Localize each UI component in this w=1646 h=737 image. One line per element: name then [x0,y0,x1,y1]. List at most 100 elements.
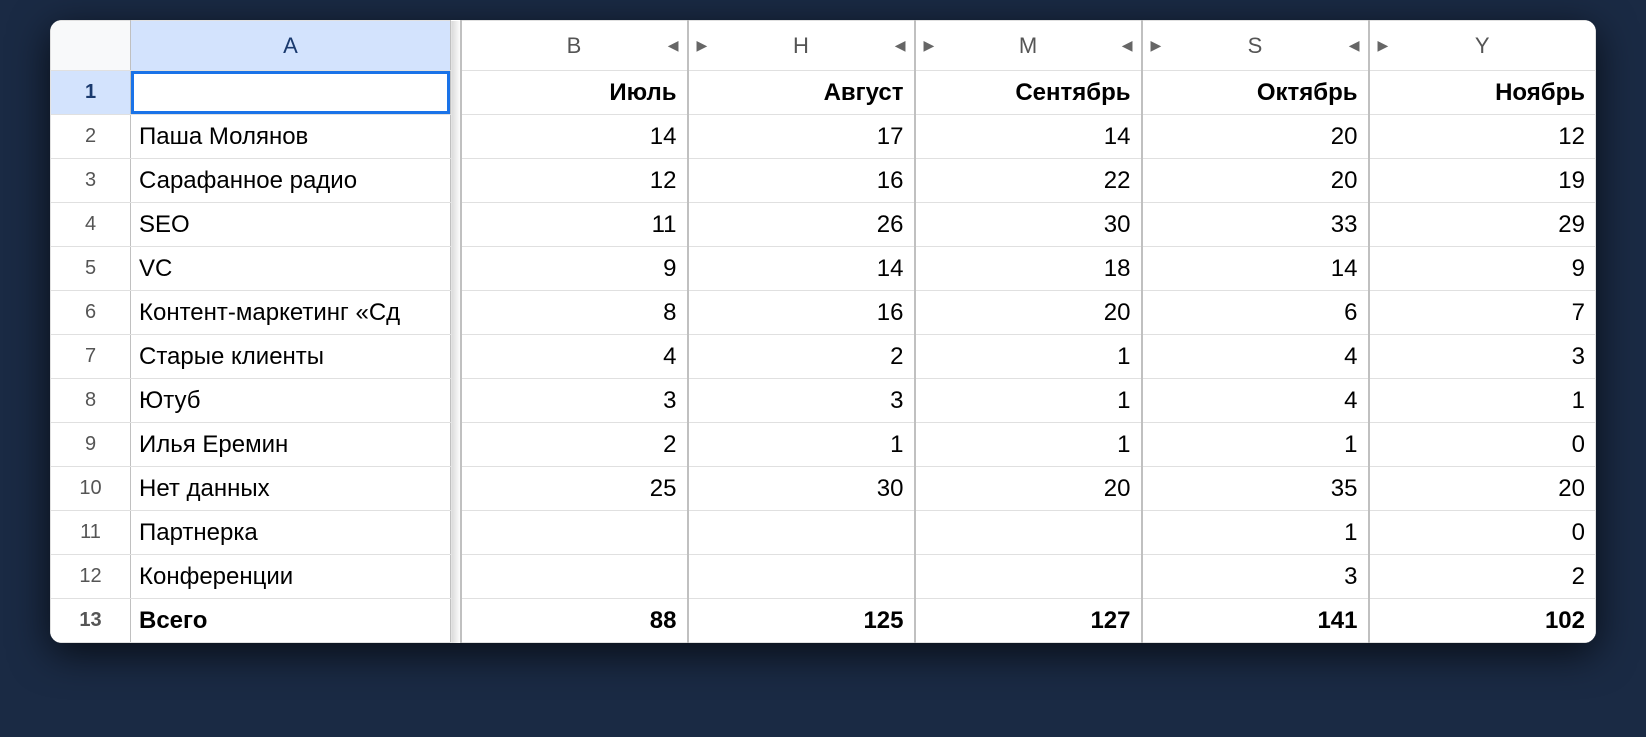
cell[interactable]: 1 [1142,511,1369,555]
cell[interactable]: 14 [1142,247,1369,291]
cell[interactable]: 11 [461,203,688,247]
cell[interactable]: 18 [915,247,1142,291]
cell[interactable]: 14 [915,115,1142,159]
row-number[interactable]: 12 [51,555,131,599]
cell[interactable]: 26 [688,203,915,247]
cell[interactable]: 9 [461,247,688,291]
cell[interactable]: 2 [1369,555,1596,599]
cell[interactable]: 1 [915,335,1142,379]
cell[interactable]: 9 [1369,247,1596,291]
cell[interactable]: 20 [915,467,1142,511]
cell[interactable]: 2 [461,423,688,467]
cell[interactable]: Нет данных [131,467,451,511]
cell[interactable]: Июль [461,71,688,115]
cell[interactable]: 20 [1142,115,1369,159]
select-all-corner[interactable] [51,21,131,71]
cell[interactable]: 33 [1142,203,1369,247]
cell[interactable]: Всего [131,599,451,643]
cell[interactable]: 20 [1142,159,1369,203]
row-number[interactable]: 9 [51,423,131,467]
row-number[interactable]: 10 [51,467,131,511]
cell[interactable]: 17 [688,115,915,159]
row-number[interactable]: 1 [51,71,131,115]
cell[interactable]: Сентябрь [915,71,1142,115]
cell[interactable]: Ноябрь [1369,71,1596,115]
expand-group-left-icon[interactable]: ▶ [1376,35,1391,56]
cell[interactable] [688,555,915,599]
cell[interactable]: 1 [915,423,1142,467]
cell[interactable]: Партнерка [131,511,451,555]
cell[interactable]: 20 [915,291,1142,335]
cell[interactable]: Сарафанное радио [131,159,451,203]
cell[interactable]: 0 [1369,511,1596,555]
column-header-m[interactable]: ▶ M ◀ [915,21,1142,71]
cell-a1[interactable] [131,71,451,115]
row-number[interactable]: 5 [51,247,131,291]
expand-group-left-icon[interactable]: ▶ [922,35,937,56]
cell[interactable]: 12 [1369,115,1596,159]
row-number[interactable]: 7 [51,335,131,379]
cell[interactable]: 30 [915,203,1142,247]
cell[interactable]: 1 [1369,379,1596,423]
cell[interactable]: 1 [915,379,1142,423]
cell[interactable]: 3 [1369,335,1596,379]
column-header-a[interactable]: A [131,21,451,71]
row-number[interactable]: 11 [51,511,131,555]
column-header-s[interactable]: ▶ S ◀ [1142,21,1369,71]
expand-group-right-icon[interactable]: ◀ [1347,35,1362,56]
cell[interactable] [461,511,688,555]
cell[interactable]: 4 [461,335,688,379]
cell[interactable]: 25 [461,467,688,511]
cell[interactable]: 141 [1142,599,1369,643]
expand-group-left-icon[interactable]: ▶ [1149,35,1164,56]
cell[interactable] [915,511,1142,555]
expand-group-right-icon[interactable]: ◀ [666,35,681,56]
cell[interactable]: Паша Молянов [131,115,451,159]
cell[interactable] [915,555,1142,599]
expand-group-left-icon[interactable]: ▶ [695,35,710,56]
cell[interactable]: 16 [688,291,915,335]
cell[interactable]: 1 [688,423,915,467]
cell[interactable]: 125 [688,599,915,643]
column-header-b[interactable]: B ◀ [461,21,688,71]
cell[interactable]: 6 [1142,291,1369,335]
cell[interactable]: Контент-маркетинг «Сд [131,291,451,335]
column-header-y[interactable]: ▶ Y [1369,21,1596,71]
cell[interactable]: Ютуб [131,379,451,423]
cell[interactable]: 30 [688,467,915,511]
cell[interactable]: VC [131,247,451,291]
cell[interactable]: 2 [688,335,915,379]
row-number[interactable]: 2 [51,115,131,159]
expand-group-right-icon[interactable]: ◀ [893,35,908,56]
cell[interactable]: 4 [1142,379,1369,423]
cell[interactable]: 35 [1142,467,1369,511]
cell[interactable]: SEO [131,203,451,247]
column-header-h[interactable]: ▶ H ◀ [688,21,915,71]
cell[interactable]: 14 [688,247,915,291]
cell[interactable]: Август [688,71,915,115]
cell[interactable]: 3 [461,379,688,423]
cell[interactable]: Старые клиенты [131,335,451,379]
row-number[interactable]: 13 [51,599,131,643]
cell[interactable]: 20 [1369,467,1596,511]
cell[interactable] [688,511,915,555]
cell[interactable]: 4 [1142,335,1369,379]
row-number[interactable]: 6 [51,291,131,335]
cell[interactable]: 127 [915,599,1142,643]
cell[interactable]: 88 [461,599,688,643]
cell[interactable]: 19 [1369,159,1596,203]
cell[interactable]: 12 [461,159,688,203]
cell[interactable]: 3 [688,379,915,423]
row-number[interactable]: 3 [51,159,131,203]
cell[interactable]: 14 [461,115,688,159]
cell[interactable] [461,555,688,599]
cell[interactable]: 22 [915,159,1142,203]
cell[interactable]: 0 [1369,423,1596,467]
cell[interactable]: 102 [1369,599,1596,643]
cell[interactable]: Октябрь [1142,71,1369,115]
expand-group-right-icon[interactable]: ◀ [1120,35,1135,56]
cell[interactable]: Конференции [131,555,451,599]
cell[interactable]: 8 [461,291,688,335]
cell[interactable]: Илья Еремин [131,423,451,467]
row-number[interactable]: 4 [51,203,131,247]
